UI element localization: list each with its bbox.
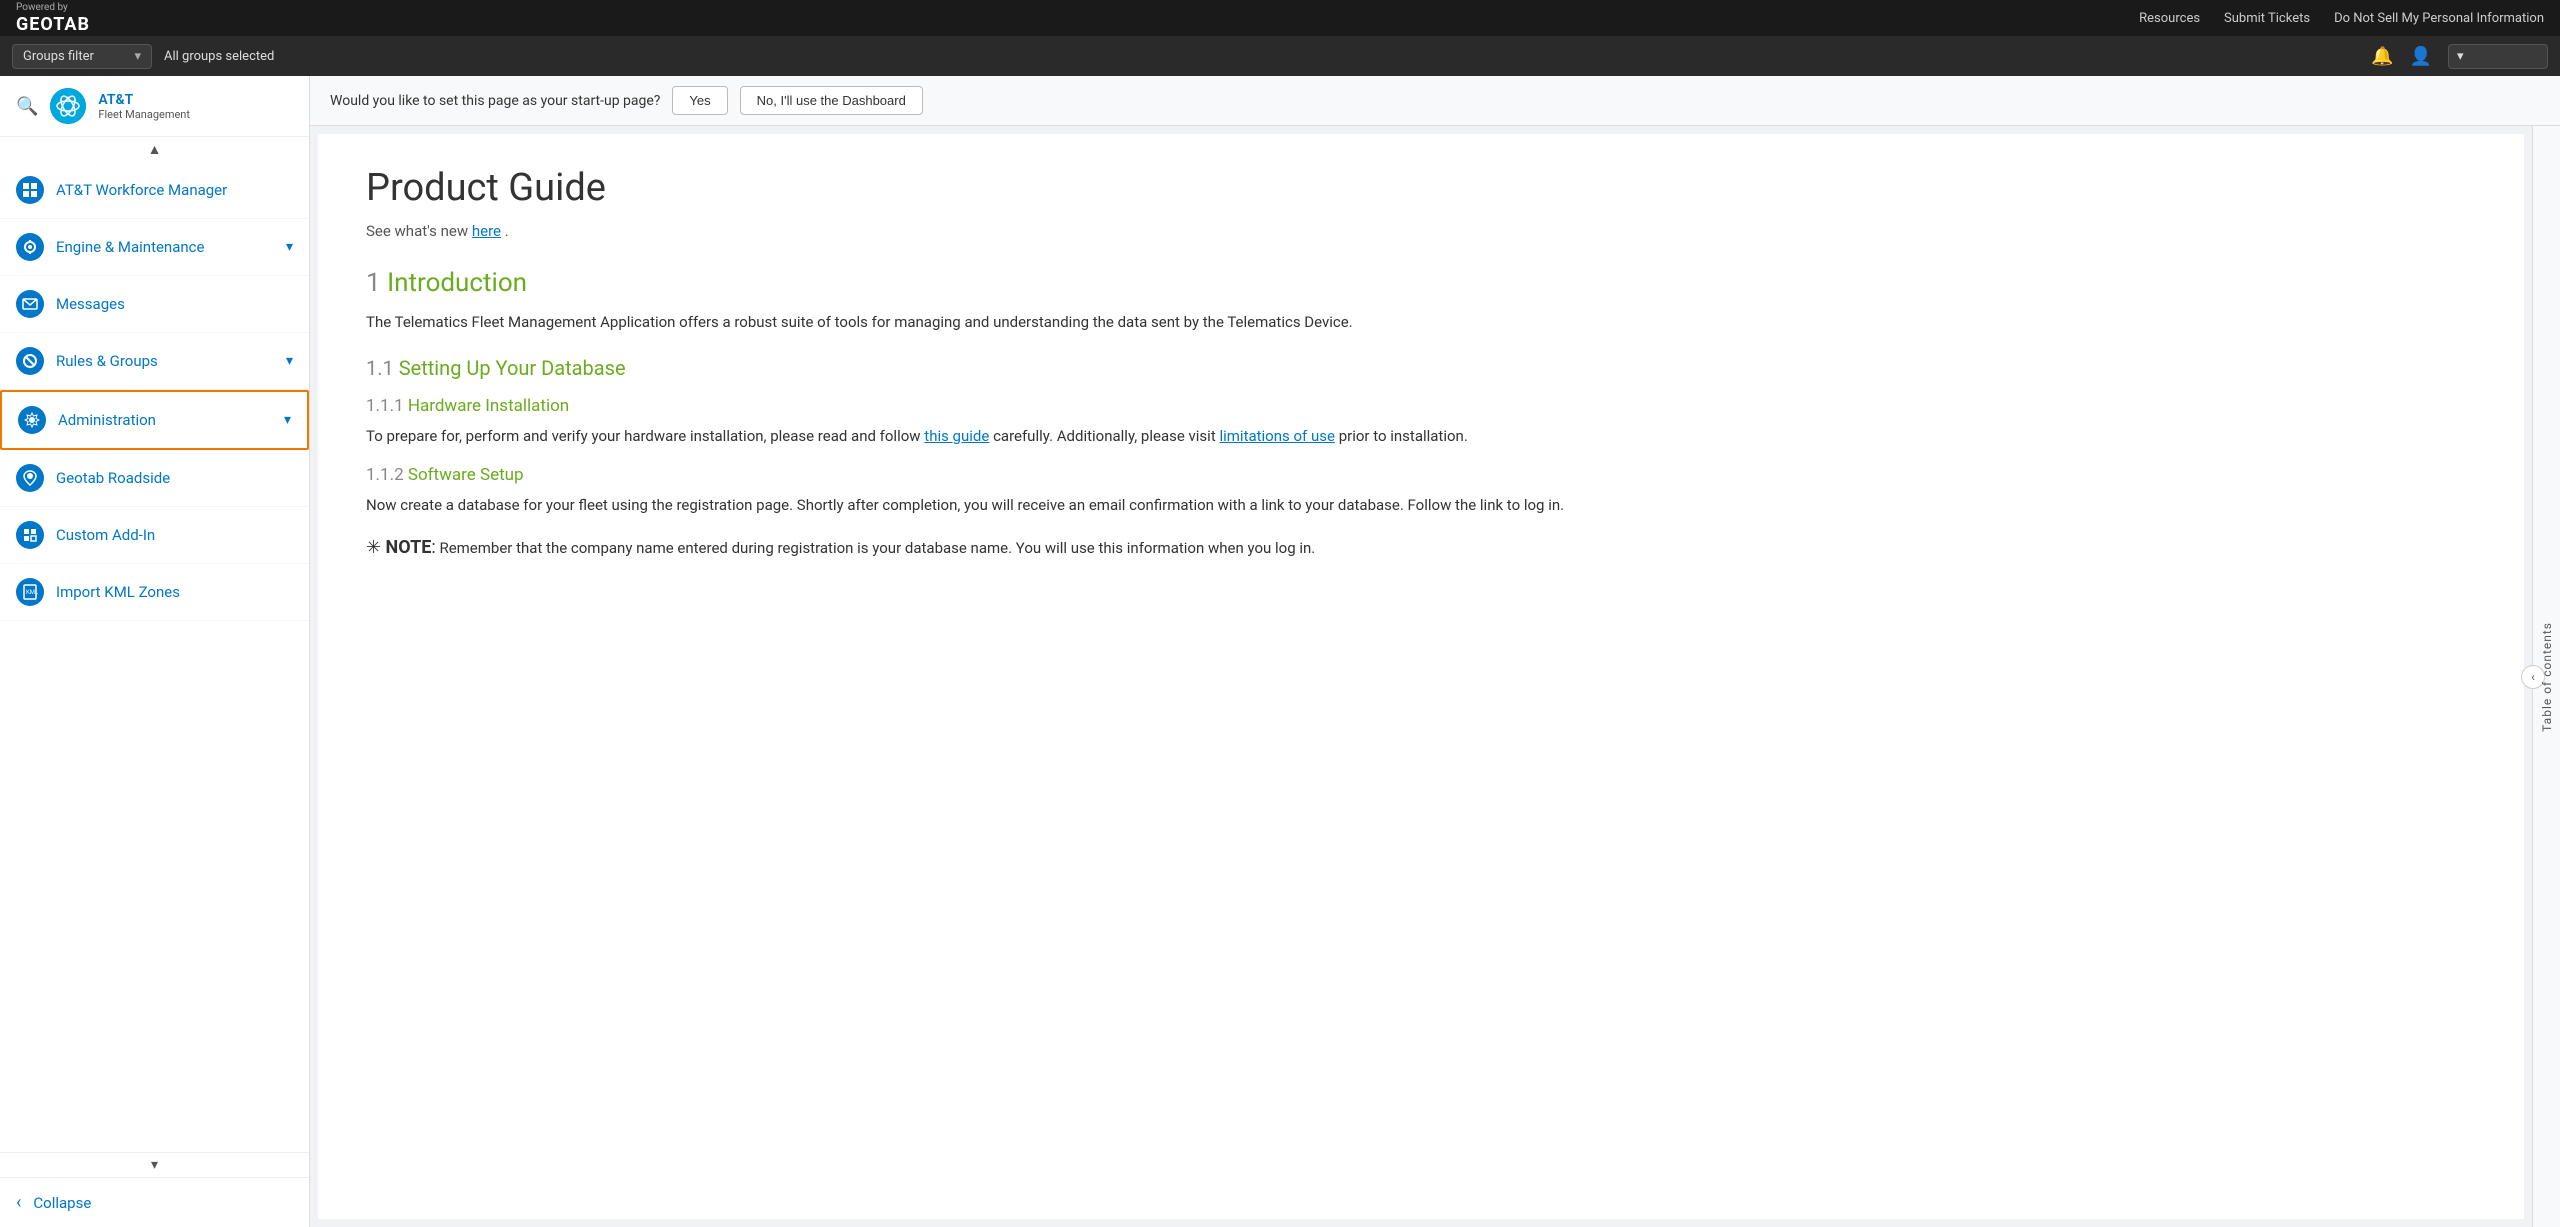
main-document: Product Guide See what's new here . 1 In… [318,134,2524,1219]
note-text: Remember that the company name entered d… [439,539,1315,557]
startup-bar: Would you like to set this page as your … [310,76,2560,126]
geotab-logo-text: GEOTAB [16,14,90,35]
geotab-logo: Powered by GEOTAB [16,2,90,35]
sidebar-item-engine-maintenance[interactable]: Engine & Maintenance ▾ [0,219,309,276]
toc-label[interactable]: Table of contents [2540,622,2554,732]
sidebar-item-geotab-roadside[interactable]: Geotab Roadside [0,450,309,507]
rules-groups-label: Rules & Groups [56,352,274,370]
section-1-1-2-note: ✳ NOTE: Remember that the company name e… [366,533,2476,564]
rules-groups-icon [16,347,44,375]
company-subtitle: Fleet Management [98,108,190,121]
note-asterisk: ✳ NOTE: [366,537,436,558]
startup-bar-question: Would you like to set this page as your … [330,93,660,109]
custom-add-in-label: Custom Add-In [56,526,293,544]
administration-label: Administration [58,411,272,429]
doc-subtitle-link[interactable]: here [472,222,501,240]
main-layout: 🔍 AT&T Fleet Management ▲ [0,76,2560,1227]
rules-groups-chevron: ▾ [286,353,293,369]
sidebar-item-rules-groups[interactable]: Rules & Groups ▾ [0,333,309,390]
section-1-1-1-heading: 1.1.1 Hardware Installation [366,396,2476,416]
section-1-1-2-heading: 1.1.2 Software Setup [366,465,2476,485]
filter-bar-right: 🔔 👤 ▾ [2371,44,2548,69]
doc-subtitle-after: . [505,222,509,240]
sidebar-item-messages[interactable]: Messages [0,276,309,333]
section-1-1-title: Setting Up Your Database [399,356,626,380]
geotab-roadside-label: Geotab Roadside [56,469,293,487]
company-name: AT&T [98,92,190,108]
content-scroll-wrapper: Product Guide See what's new here . 1 In… [310,126,2560,1227]
groups-filter-button[interactable]: Groups filter ▾ [12,44,152,69]
section-1-1-heading: 1.1 Setting Up Your Database [366,356,2476,380]
sidebar: 🔍 AT&T Fleet Management ▲ [0,76,310,1227]
sidebar-item-att-workforce[interactable]: AT&T Workforce Manager [0,162,309,219]
engine-maintenance-icon [16,233,44,261]
top-navigation-bar: Powered by GEOTAB Resources Submit Ticke… [0,0,2560,36]
att-workforce-label: AT&T Workforce Manager [56,181,293,199]
yes-button[interactable]: Yes [672,86,727,115]
submit-tickets-link[interactable]: Submit Tickets [2224,11,2310,26]
section-1-1-2-num: 1.1.2 [366,465,404,485]
section-1-1-1-num: 1.1.1 [366,396,404,416]
sidebar-nav: AT&T Workforce Manager Engine & Maintena… [0,162,309,1152]
section-1-body: The Telematics Fleet Management Applicat… [366,310,2476,336]
administration-chevron: ▾ [284,412,291,428]
notification-bell-icon[interactable]: 🔔 [2371,46,2393,67]
sidebar-item-administration[interactable]: Administration ▾ [0,390,309,450]
user-dropdown[interactable]: ▾ [2448,44,2548,69]
filter-bar: Groups filter ▾ All groups selected 🔔 👤 … [0,36,2560,76]
all-groups-text: All groups selected [164,49,274,64]
groups-filter-chevron: ▾ [134,49,141,64]
section-1-title: Introduction [387,268,527,298]
collapse-icon: ‹ [16,1192,21,1213]
import-kml-icon: KML [16,578,44,606]
section-1-1-1-body-after: prior to installation. [1339,427,1468,445]
doc-title: Product Guide [366,166,2476,210]
import-kml-label: Import KML Zones [56,583,293,601]
groups-filter-label: Groups filter [23,49,94,64]
section-1-1-1-title: Hardware Installation [408,396,569,416]
powered-by-text: Powered by [16,2,68,14]
section-1-num: 1 [366,268,381,298]
user-avatar-icon[interactable]: 👤 [2410,46,2432,67]
att-workforce-icon [16,176,44,204]
sidebar-collapse[interactable]: ‹ Collapse [0,1177,309,1227]
sidebar-scroll-down[interactable]: ▾ [0,1152,309,1177]
section-1-1-1-body-middle: carefully. Additionally, please visit [993,427,1219,445]
sidebar-scroll-up[interactable]: ▲ [0,137,309,162]
geotab-roadside-icon [16,464,44,492]
this-guide-link[interactable]: this guide [924,427,989,445]
resources-link[interactable]: Resources [2139,11,2200,26]
section-1-1-1-body-before: To prepare for, perform and verify your … [366,427,924,445]
administration-icon [18,406,46,434]
sidebar-item-custom-add-in[interactable]: Custom Add-In [0,507,309,564]
section-1-1-num: 1.1 [366,356,394,380]
messages-icon [16,290,44,318]
doc-subtitle-text: See what's new [366,222,472,240]
company-logo [50,88,86,124]
limitations-of-use-link[interactable]: limitations of use [1219,427,1334,445]
content-area: Would you like to set this page as your … [310,76,2560,1227]
user-dropdown-label: ▾ [2457,49,2464,64]
custom-add-in-icon [16,521,44,549]
do-not-sell-link[interactable]: Do Not Sell My Personal Information [2334,11,2544,26]
sidebar-header: 🔍 AT&T Fleet Management [0,76,309,137]
note-bold: NOTE [386,537,432,558]
section-1-1-2-title: Software Setup [408,465,524,485]
top-bar-links: Resources Submit Tickets Do Not Sell My … [2139,11,2544,26]
search-icon[interactable]: 🔍 [16,96,38,117]
engine-maintenance-chevron: ▾ [286,239,293,255]
engine-maintenance-label: Engine & Maintenance [56,238,274,256]
sidebar-item-import-kml-zones[interactable]: KML Import KML Zones [0,564,309,621]
messages-label: Messages [56,295,293,313]
doc-subtitle: See what's new here . [366,222,2476,240]
section-1-1-1-body: To prepare for, perform and verify your … [366,424,2476,450]
company-info: AT&T Fleet Management [98,92,190,121]
toc-sidebar: ‹ Table of contents [2532,126,2560,1227]
no-dashboard-button[interactable]: No, I'll use the Dashboard [740,86,923,115]
section-1-1-2-body: Now create a database for your fleet usi… [366,493,2476,519]
section-1-heading: 1 Introduction [366,268,2476,298]
collapse-label: Collapse [33,1194,91,1212]
svg-text:KML: KML [26,589,38,596]
